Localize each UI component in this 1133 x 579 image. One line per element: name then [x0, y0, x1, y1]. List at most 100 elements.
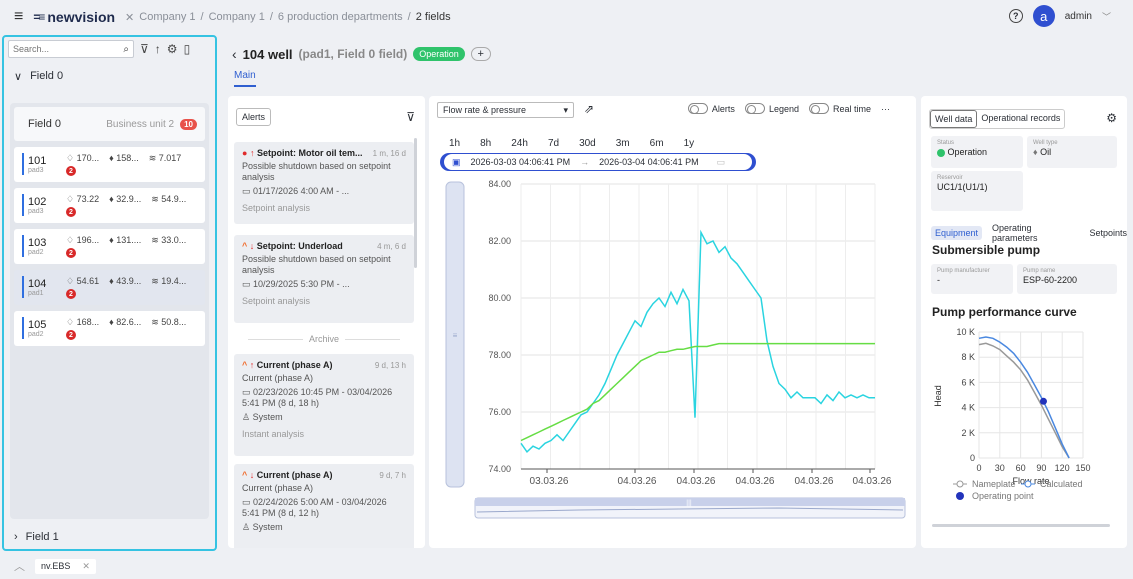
close-icon[interactable]: ✕ [125, 11, 134, 24]
chevron-down-icon[interactable]: ∨ [14, 70, 22, 83]
range-8h[interactable]: 8h [480, 138, 491, 149]
calendar-icon: ▭ [716, 156, 726, 167]
trend-icon[interactable]: ⇗ [584, 102, 594, 116]
arrow-up-icon: ↑ [249, 148, 255, 158]
error-icon: ● [242, 148, 248, 158]
alert-card[interactable]: ● ↑ Setpoint: Motor oil tem... 1 m, 16 d … [234, 142, 414, 224]
back-icon[interactable]: ‹ [232, 46, 237, 62]
tab-main[interactable]: Main [234, 70, 256, 87]
well-value-2: ♦ 82.6... [109, 317, 142, 327]
tab-setpoints[interactable]: Setpoints [1089, 228, 1127, 238]
bottom-tab[interactable]: nv.EBS ✕ [35, 558, 96, 574]
range-3m[interactable]: 3m [616, 138, 630, 149]
business-unit: Business unit 2 [106, 118, 175, 130]
sort-up-icon[interactable]: ↑ [155, 42, 161, 56]
breadcrumb-item[interactable]: 6 production departments [278, 11, 403, 23]
well-item-101[interactable]: 101 pad3 ♢ 170... ♦ 158... ≋ 7.017 2 [14, 147, 205, 182]
field-1-header[interactable]: › Field 1 [14, 531, 59, 543]
info-label: Pump name [1023, 268, 1056, 274]
legend-toggle[interactable] [744, 103, 765, 114]
panel-scrollbar[interactable] [932, 524, 1110, 527]
x-tick-label: 0 [976, 463, 981, 473]
filter-icon[interactable]: ⊽ [406, 110, 415, 124]
range-7d[interactable]: 7d [548, 138, 559, 149]
range-1h[interactable]: 1h [449, 138, 460, 149]
alert-card[interactable]: ^ ↓ Current (phase A) 9 d, 7 h Current (p… [234, 464, 414, 548]
alert-title: Setpoint: Motor oil tem... [256, 148, 363, 158]
menu-icon[interactable]: ≡ [14, 8, 23, 26]
alert-desc: Current (phase A) [242, 483, 314, 493]
add-icon[interactable]: + [470, 47, 491, 61]
document-icon[interactable]: ▯ [184, 42, 191, 56]
tab-well-data[interactable]: Well data [930, 110, 978, 128]
x-tick-label: 90 [1036, 463, 1046, 473]
y-tick-label: 10 K [956, 327, 975, 337]
range-30d[interactable]: 30d [579, 138, 596, 149]
well-value-1: ♢ 73.22 [66, 194, 100, 204]
range-6m[interactable]: 6m [650, 138, 664, 149]
field-0-header[interactable]: ∨ Field 0 [4, 61, 215, 91]
chevron-right-icon[interactable]: › [14, 531, 18, 543]
range-1y[interactable]: 1y [684, 138, 695, 149]
x-slider-handle: ||| [686, 500, 692, 507]
caret-down-icon: ▾ [563, 104, 568, 115]
filter-icon[interactable]: ⊽ [140, 42, 149, 56]
alert-card[interactable]: ^ ↑ Current (phase A) 9 d, 13 h Current (… [234, 354, 414, 456]
well-pad: pad1 [28, 290, 44, 297]
search-input[interactable] [13, 44, 113, 54]
logo[interactable]: =≡ newvision [33, 9, 115, 25]
breadcrumb-item[interactable]: Company 1 [209, 11, 265, 23]
calendar-icon: ▣ [452, 156, 461, 167]
chart-toggles: Alerts Legend Real time ··· [687, 103, 890, 114]
tab-operational-records[interactable]: Operational records [977, 110, 1064, 128]
tab-equipment[interactable]: Equipment [931, 226, 983, 240]
alarm-badge: 2 [66, 330, 76, 340]
settings-icon[interactable]: ⚙ [167, 42, 178, 56]
well-item-105[interactable]: 105 pad2 ♢ 168... ♦ 82.6... ≋ 50.8... 2 [14, 311, 205, 346]
well-id: 103 [28, 237, 47, 249]
user-area: ? a admin ﹀ [1008, 5, 1111, 27]
pump-title: Submersible pump [932, 243, 1041, 257]
date-from[interactable]: 2026-03-03 04:06:41 PM [471, 157, 571, 167]
status-dot [937, 148, 945, 157]
chevron-down-icon[interactable]: ﹀ [1102, 10, 1111, 23]
left-panel: ⌕ ⊽ ↑ ⚙ ▯ ∨ Field 0 Field 0 Business uni… [2, 35, 217, 551]
alerts-scrollbar[interactable] [414, 138, 417, 268]
well-item-102[interactable]: 102 pad3 ♢ 73.22 ♦ 32.9... ≋ 54.9... 2 [14, 188, 205, 223]
breadcrumb-item[interactable]: Company 1 [139, 11, 195, 23]
chart-select[interactable]: Flow rate & pressure ▾ [437, 102, 574, 118]
right-panel: Well data Operational records ⚙ Status O… [921, 96, 1127, 548]
avatar[interactable]: a [1032, 5, 1055, 27]
range-24h[interactable]: 24h [511, 138, 528, 149]
well-pad: pad3 [28, 208, 44, 215]
settings-icon[interactable]: ⚙ [1106, 111, 1117, 125]
pump-curve-chart: 10 K8 K6 K4 K2 K00 30 60 90 120 150HeadFlow r… [933, 327, 1091, 501]
well-item-104[interactable]: 104 pad1 ♢ 54.61 ♦ 43.9... ≋ 19.4... 2 [14, 270, 205, 305]
legend-operating: Operating point [972, 491, 1034, 501]
user-name[interactable]: admin [1065, 11, 1092, 22]
info-label: Status [937, 140, 955, 146]
info-label: Pump manufacturer [937, 268, 990, 274]
date-to[interactable]: 2026-03-04 04:06:41 PM [599, 157, 699, 167]
alert-card[interactable]: ^ ↓ Setpoint: Underload 4 m, 6 d Possible… [234, 235, 414, 323]
realtime-toggle[interactable] [808, 103, 829, 114]
help-icon[interactable]: ? [1008, 9, 1023, 23]
alert-group: Setpoint analysis [242, 203, 311, 213]
well-value-3: ≋ 7.017 [148, 153, 182, 163]
more-icon[interactable]: ··· [881, 104, 890, 114]
well-item-103[interactable]: 103 pad2 ♢ 196... ♦ 131.... ≋ 33.0... 2 [14, 229, 205, 264]
tab-operating-parameters[interactable]: Operating parameters [992, 223, 1079, 243]
search-icon[interactable]: ⌕ [123, 44, 129, 55]
well-pad: pad3 [28, 167, 44, 174]
alerts-button[interactable]: Alerts [236, 108, 272, 126]
flow-pressure-chart: ≡ 84.00 82.00 80.00 78.00 76.00 74.00 03.03.26 0… [445, 179, 906, 519]
date-range-picker[interactable]: ▣ 2026-03-03 04:06:41 PM → 2026-03-04 04… [443, 153, 753, 171]
field-card[interactable]: Field 0 Business unit 2 10 [14, 107, 205, 141]
y-tick-label: 8 K [961, 352, 975, 362]
arrow-down-icon: ↓ [249, 241, 255, 251]
x-tick-label: 04.03.26 [853, 476, 892, 487]
chevron-up-icon[interactable]: ︿ [14, 558, 25, 574]
well-subtitle: (pad1, Field 0 field) [298, 47, 408, 61]
close-icon[interactable]: ✕ [82, 561, 90, 572]
alerts-toggle[interactable] [687, 103, 708, 114]
